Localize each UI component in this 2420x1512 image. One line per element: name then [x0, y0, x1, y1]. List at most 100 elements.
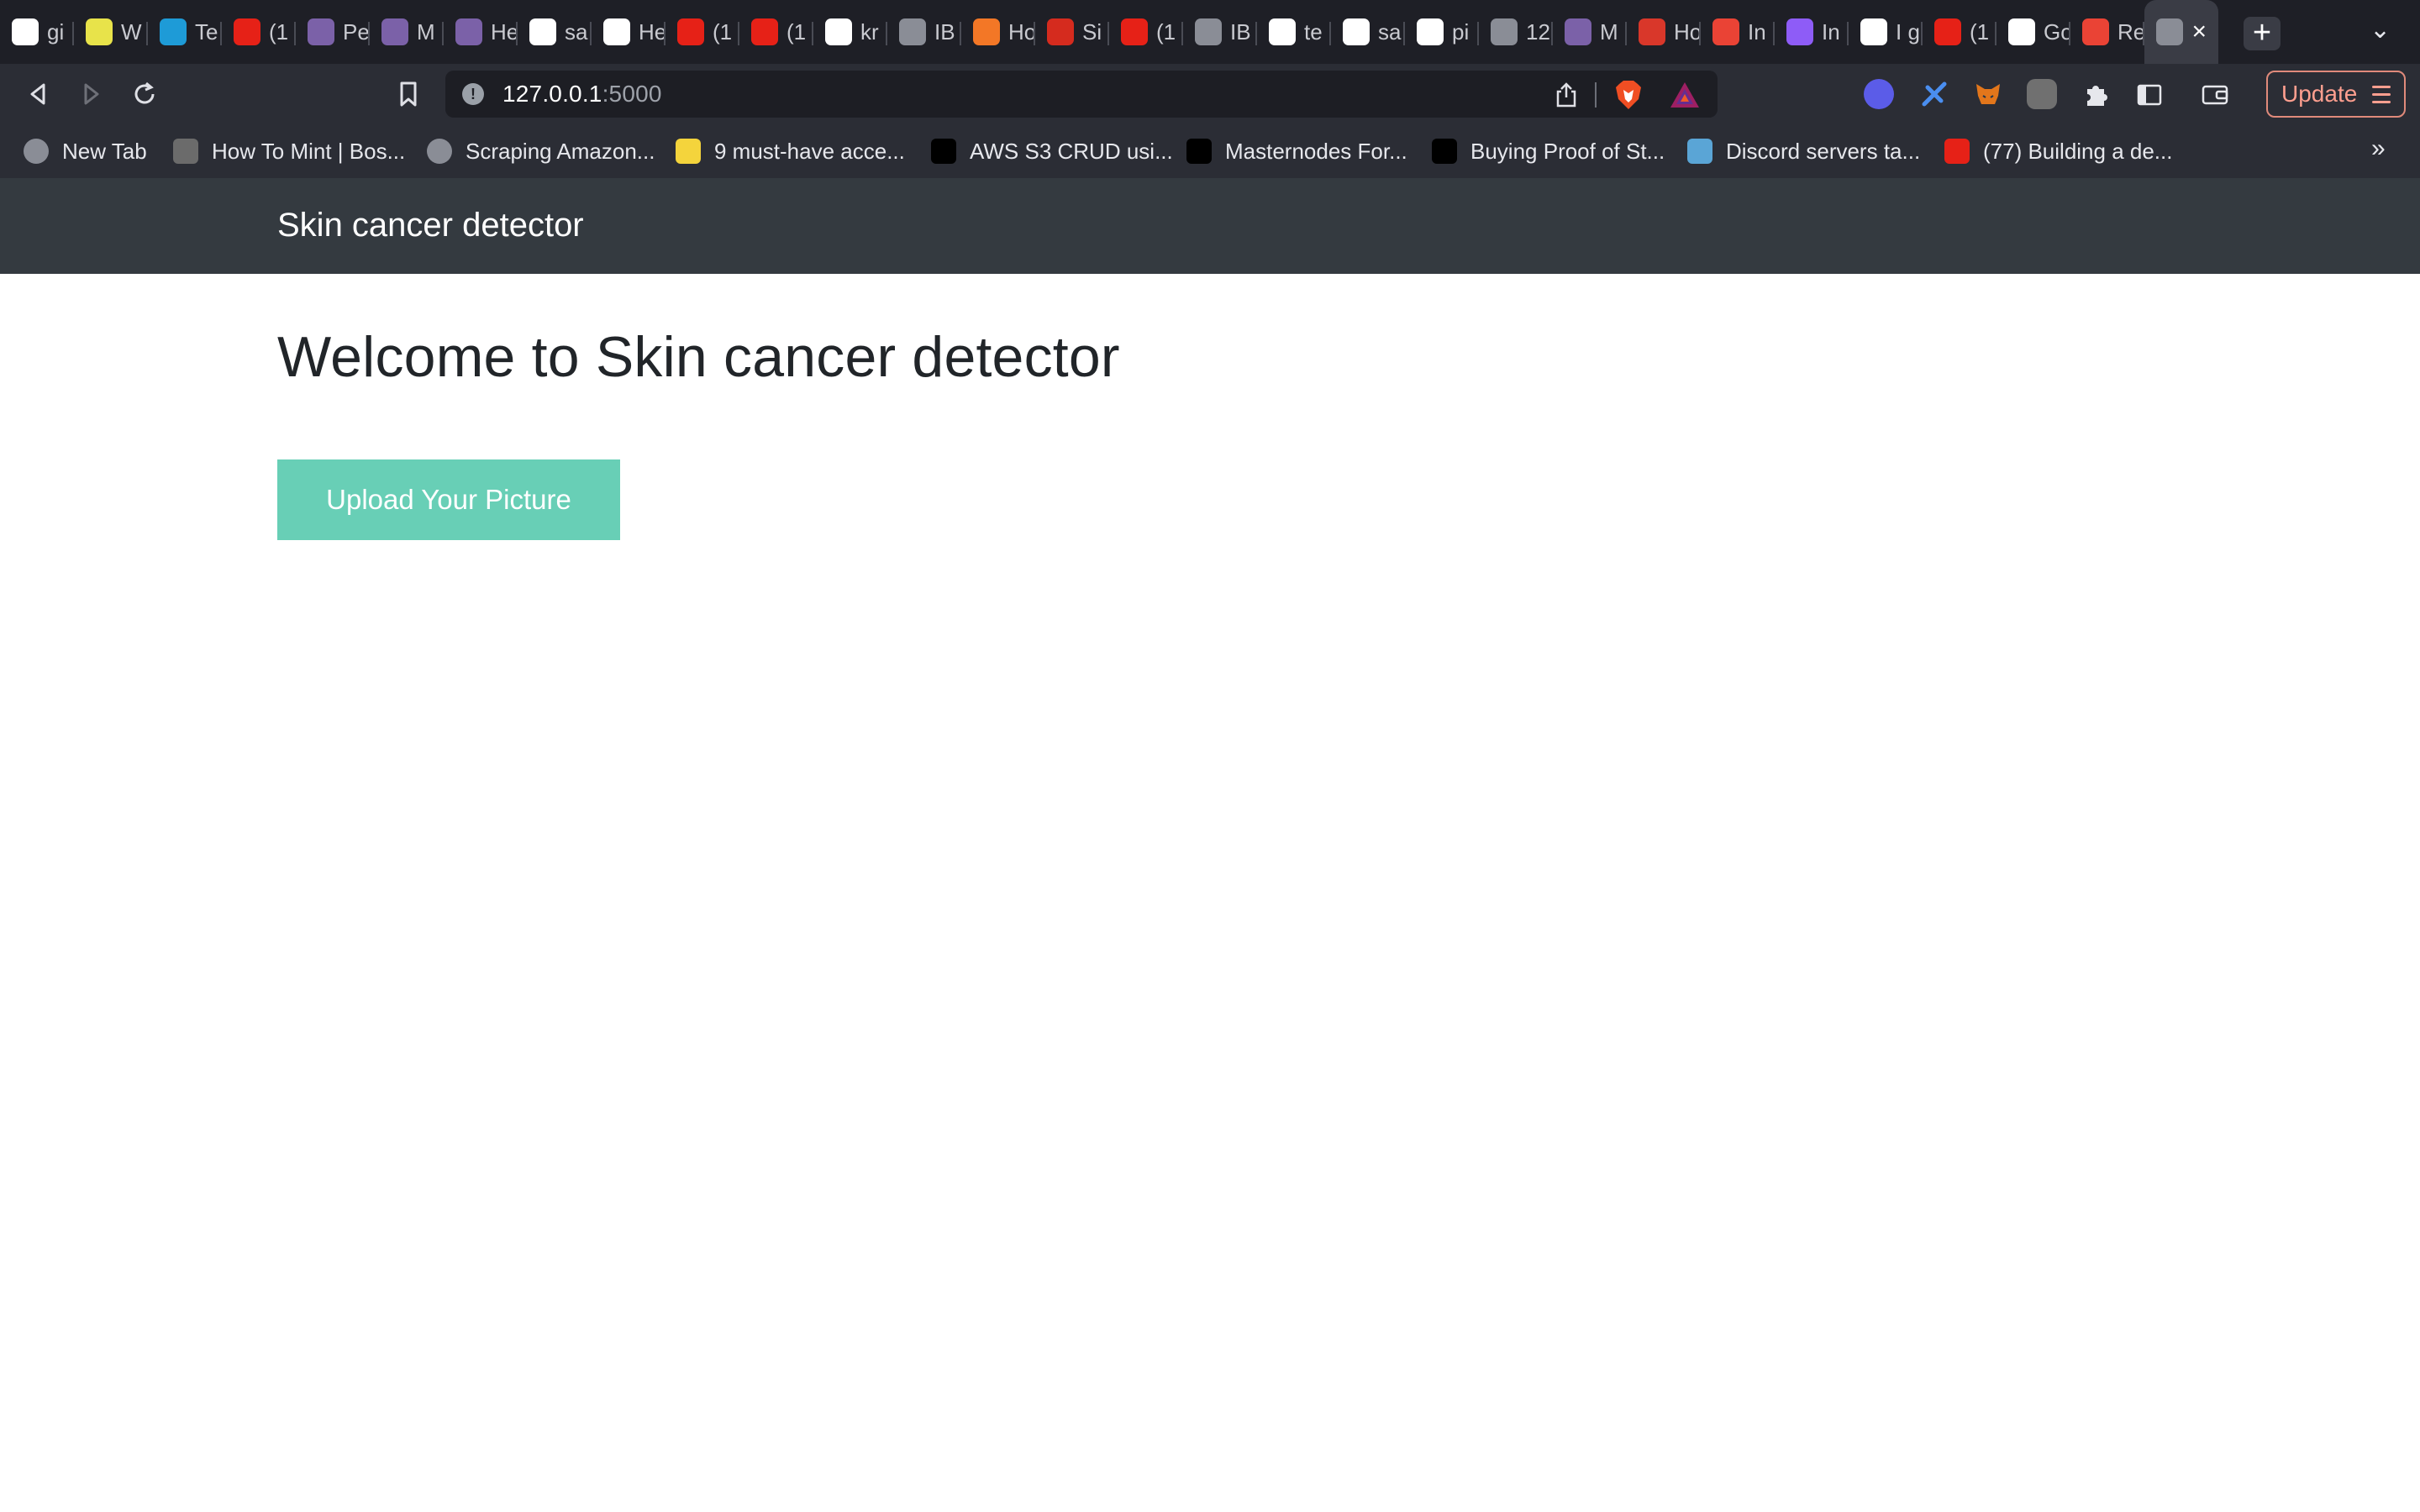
- bookmark-item[interactable]: How To Mint | Bos...: [173, 134, 405, 168]
- navbar-brand[interactable]: Skin cancer detector: [277, 207, 584, 244]
- upload-picture-button[interactable]: Upload Your Picture: [277, 459, 620, 540]
- ai-assistant-extension-icon[interactable]: [1864, 79, 1894, 109]
- tab-title: sa: [1378, 18, 1402, 45]
- tab-active[interactable]: ×: [2144, 0, 2218, 64]
- bosslogics-icon: [173, 139, 198, 164]
- share-icon[interactable]: [1553, 81, 1580, 109]
- extensions-puzzle-icon[interactable]: [2081, 79, 2111, 109]
- youtube-icon: [751, 18, 778, 45]
- profile-extension-icon[interactable]: [2027, 79, 2057, 109]
- brave-shields-icon[interactable]: [1613, 79, 1644, 111]
- page-heading: Welcome to Skin cancer detector: [277, 325, 1120, 389]
- tab-title: pi: [1452, 18, 1470, 45]
- browser-tab[interactable]: (1: [739, 0, 813, 64]
- address-bar[interactable]: ! 127.0.0.1:5000: [445, 71, 1718, 118]
- bookmark-label: (77) Building a de...: [1983, 138, 2173, 164]
- bookmark-icon[interactable]: [388, 74, 429, 114]
- bookmark-item[interactable]: Masternodes For...: [1186, 134, 1407, 168]
- bookmark-label: Buying Proof of St...: [1470, 138, 1665, 164]
- forward-icon[interactable]: [71, 74, 111, 114]
- checkmark-icon: [1639, 18, 1665, 45]
- satellite-extension-icon[interactable]: [1919, 79, 1949, 109]
- puzzle-logo-icon: [1786, 18, 1813, 45]
- new-tab-button[interactable]: +: [2244, 17, 2281, 50]
- bookmark-item[interactable]: Scraping Amazon...: [427, 134, 655, 168]
- browser-tab[interactable]: Si: [1035, 0, 1109, 64]
- k-logo-icon: [160, 18, 187, 45]
- site-info-icon[interactable]: !: [462, 83, 484, 105]
- tab-title: I g: [1896, 18, 1920, 45]
- browser-tab[interactable]: (1: [1923, 0, 1996, 64]
- browser-tab[interactable]: Pe: [296, 0, 370, 64]
- browser-tab[interactable]: gi: [0, 0, 74, 64]
- brave-rewards-icon[interactable]: [1669, 81, 1701, 109]
- close-tab-icon[interactable]: ×: [2191, 15, 2207, 49]
- site-navbar: Skin cancer detector: [0, 178, 2420, 274]
- bookmarks-overflow-icon[interactable]: »: [2371, 134, 2386, 163]
- bookmark-item[interactable]: AWS S3 CRUD usi...: [931, 134, 1173, 168]
- github-icon: [1343, 18, 1370, 45]
- tab-search-chevron-icon[interactable]: ⌄: [2370, 15, 2391, 45]
- tab-title: te: [1304, 18, 1323, 45]
- browser-tab[interactable]: Ho: [1627, 0, 1701, 64]
- address-url[interactable]: 127.0.0.1:5000: [502, 81, 662, 108]
- tab-title: Go: [2044, 18, 2070, 45]
- tab-title: In: [1748, 18, 1766, 45]
- tab-title: Te: [195, 18, 218, 45]
- bookmark-item[interactable]: (77) Building a de...: [1944, 134, 2172, 168]
- heroku-icon: [308, 18, 334, 45]
- metamask-fox-icon[interactable]: [1973, 79, 2003, 109]
- browser-tab-strip: gi W Te (1 Pe M He sa He (1 (1 kr IB Ho Si (1 IB te sa pi 12…: [0, 0, 2420, 64]
- tab-title: IB: [1230, 18, 1251, 45]
- browser-tab[interactable]: kr: [813, 0, 887, 64]
- browser-tab[interactable]: pi: [1405, 0, 1479, 64]
- browser-tab[interactable]: (1: [666, 0, 739, 64]
- browser-tab[interactable]: W: [74, 0, 148, 64]
- update-browser-button[interactable]: Update: [2266, 71, 2406, 118]
- bookmark-label: Masternodes For...: [1225, 138, 1407, 164]
- browser-tab[interactable]: (1: [1109, 0, 1183, 64]
- bookmark-label: New Tab: [62, 138, 147, 164]
- browser-tab[interactable]: M: [1553, 0, 1627, 64]
- bookmark-item[interactable]: Buying Proof of St...: [1432, 134, 1665, 168]
- tab-title: Re: [2118, 18, 2144, 45]
- url-host: 127.0.0.1: [502, 81, 602, 107]
- tab-title: (1: [1156, 18, 1176, 45]
- browser-tab[interactable]: IB: [1183, 0, 1257, 64]
- browser-tab[interactable]: sa: [1331, 0, 1405, 64]
- browser-tab[interactable]: Ho: [961, 0, 1035, 64]
- heroku-icon: [455, 18, 482, 45]
- browser-tab[interactable]: (1: [222, 0, 296, 64]
- sidebar-toggle-icon[interactable]: [2134, 79, 2165, 109]
- tab-title: (1: [786, 18, 807, 45]
- tab-title: IB: [934, 18, 955, 45]
- browser-tab[interactable]: I g: [1849, 0, 1923, 64]
- bookmark-item[interactable]: 9 must-have acce...: [676, 134, 905, 168]
- browser-tab[interactable]: te: [1257, 0, 1331, 64]
- browser-tab[interactable]: In: [1775, 0, 1849, 64]
- browser-tab[interactable]: Te: [148, 0, 222, 64]
- bookmark-item[interactable]: Discord servers ta...: [1687, 134, 1920, 168]
- browser-tab[interactable]: In: [1701, 0, 1775, 64]
- github-icon: [529, 18, 556, 45]
- browser-tab[interactable]: M: [370, 0, 444, 64]
- bookmark-item[interactable]: New Tab: [24, 134, 147, 168]
- tab-title: He: [639, 18, 666, 45]
- tab-title: W: [121, 18, 142, 45]
- browser-tab[interactable]: 12: [1479, 0, 1553, 64]
- browser-tab[interactable]: He: [444, 0, 518, 64]
- github-icon: [1417, 18, 1444, 45]
- url-port: :5000: [602, 81, 662, 107]
- im-logo-icon: [676, 139, 701, 164]
- reload-icon[interactable]: [124, 74, 165, 114]
- browser-tab[interactable]: Go: [1996, 0, 2070, 64]
- back-icon[interactable]: [18, 74, 59, 114]
- tab-title: (1: [1970, 18, 1990, 45]
- browser-tab[interactable]: Re: [2070, 0, 2144, 64]
- tab-title: Ho: [1008, 18, 1035, 45]
- browser-tab[interactable]: IB: [887, 0, 961, 64]
- browser-tab[interactable]: sa: [518, 0, 592, 64]
- youtube-icon: [1944, 139, 1970, 164]
- browser-tab[interactable]: He: [592, 0, 666, 64]
- wallet-icon[interactable]: [2200, 79, 2230, 109]
